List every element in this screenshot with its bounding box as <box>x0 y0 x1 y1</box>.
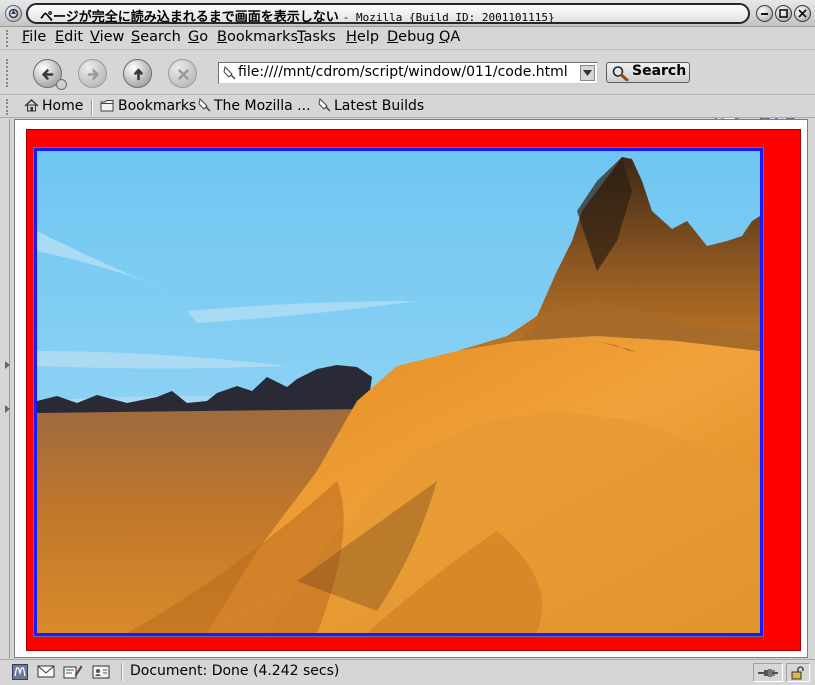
window-title-text: ページが完全に読み込まれるまで画面を表示しない <box>40 10 339 24</box>
title-bar[interactable]: ページが完全に読み込まれるまで画面を表示しない - Mozilla {Build … <box>0 0 815 27</box>
bookmark-icon <box>318 97 331 112</box>
folder-icon <box>100 100 114 112</box>
minimize-icon <box>761 13 768 15</box>
menu-help[interactable]: Help <box>346 29 379 45</box>
close-icon <box>798 9 807 18</box>
stop-button[interactable] <box>168 59 197 88</box>
close-button[interactable] <box>794 5 811 22</box>
menu-bar-grip[interactable] <box>6 30 13 47</box>
bookmark-the-mozilla[interactable]: The Mozilla ... <box>198 97 311 114</box>
menu-qa[interactable]: QA <box>439 29 460 45</box>
menu-tasks[interactable]: Tasks <box>297 29 336 45</box>
window-menu-icon[interactable] <box>5 5 22 22</box>
bookmark-icon <box>198 97 211 112</box>
padlock-open-icon[interactable] <box>791 666 805 680</box>
status-separator <box>121 663 123 681</box>
menu-view[interactable]: View <box>90 29 124 45</box>
personal-toolbar-grip[interactable] <box>6 99 13 115</box>
back-button[interactable] <box>33 59 67 90</box>
security-status-field <box>786 663 810 682</box>
chevron-down-icon <box>583 70 592 76</box>
url-input[interactable]: file:////mnt/cdrom/script/window/011/cod… <box>238 64 568 80</box>
menu-file[interactable]: File <box>22 29 46 45</box>
splitter-arrow-icon[interactable] <box>5 361 11 369</box>
toolbar-separator <box>91 99 93 115</box>
search-button-label: Search <box>632 63 687 79</box>
menu-search[interactable]: Search <box>131 29 181 45</box>
maximize-icon <box>779 9 788 18</box>
menu-debug[interactable]: Debug <box>387 29 435 45</box>
menu-bar: File Edit View Search Go Bookmarks Tasks… <box>0 27 815 50</box>
landscape-image <box>33 147 764 637</box>
bookmarks-label: Bookmarks <box>118 98 197 114</box>
navigation-toolbar: file:////mnt/cdrom/script/window/011/cod… <box>0 51 815 141</box>
url-bar[interactable]: file:////mnt/cdrom/script/window/011/cod… <box>218 62 598 84</box>
home-button[interactable]: Home <box>24 98 83 114</box>
bookmarks-button[interactable]: Bookmarks <box>100 98 196 114</box>
menu-go[interactable]: Go <box>188 29 208 45</box>
page-icon <box>223 66 236 80</box>
mail-icon[interactable] <box>37 664 55 679</box>
online-status-field <box>753 663 783 682</box>
address-book-icon[interactable] <box>92 664 112 680</box>
splitter-arrow-icon[interactable] <box>5 405 11 413</box>
splitter-line <box>9 119 10 658</box>
maximize-button[interactable] <box>775 5 792 22</box>
magnifier-icon <box>612 66 629 81</box>
menu-edit[interactable]: Edit <box>55 29 83 45</box>
reload-button[interactable] <box>123 59 152 88</box>
bookmark-latest-builds[interactable]: Latest Builds <box>318 97 425 114</box>
composer-icon[interactable] <box>63 664 83 680</box>
bookmark-latest-builds-label: Latest Builds <box>334 98 425 114</box>
home-label: Home <box>42 98 84 114</box>
status-text: Document: Done (4.242 secs) <box>130 663 340 679</box>
url-history-dropdown[interactable] <box>580 65 595 81</box>
nav-toolbar-grip[interactable] <box>6 59 13 87</box>
forward-arrow-icon <box>87 69 99 80</box>
forward-button[interactable] <box>78 59 107 88</box>
personal-toolbar: Home Bookmarks The Mozilla ... Latest Bu… <box>0 96 815 118</box>
home-icon <box>24 99 39 112</box>
back-dropdown-icon[interactable] <box>56 79 67 90</box>
status-bar: Document: Done (4.242 secs) <box>0 659 815 685</box>
reload-icon <box>134 68 143 81</box>
stop-icon <box>178 69 189 80</box>
desert-mountain-picture <box>37 151 760 633</box>
navigator-icon[interactable] <box>12 664 28 680</box>
bookmark-the-mozilla-label: The Mozilla ... <box>214 98 311 114</box>
minimize-button[interactable] <box>756 5 773 22</box>
page-content[interactable] <box>14 119 808 658</box>
window-title: ページが完全に読み込まれるまで画面を表示しない - Mozilla {Build … <box>26 3 750 24</box>
online-plug-icon[interactable] <box>757 667 779 679</box>
window-title-build: - Mozilla {Build ID: 2001101115} <box>342 11 555 24</box>
search-button[interactable]: Search <box>606 62 690 83</box>
menu-bookmarks[interactable]: Bookmarks <box>217 29 298 45</box>
sidebar-splitter[interactable] <box>0 119 14 658</box>
